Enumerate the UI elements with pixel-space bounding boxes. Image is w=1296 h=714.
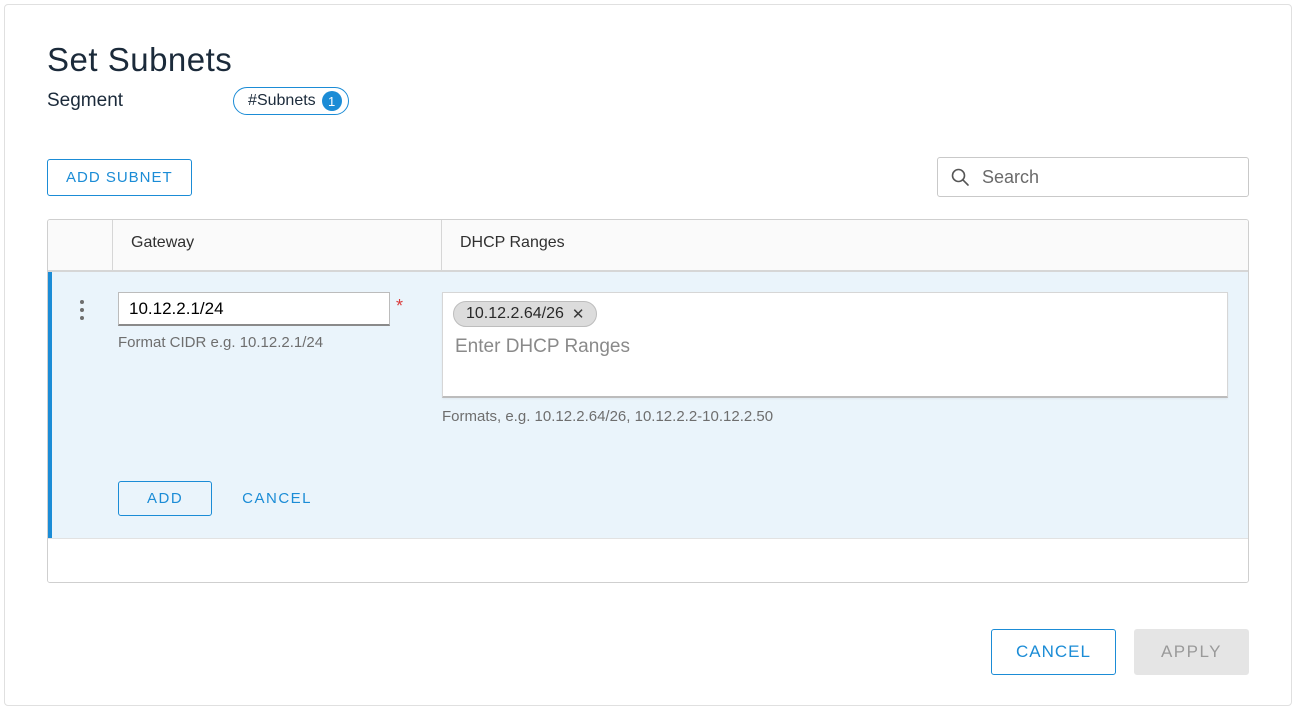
gateway-cell: * Format CIDR e.g. 10.12.2.1/24 ADD CANC… <box>112 292 442 516</box>
row-add-button[interactable]: ADD <box>118 481 212 516</box>
subnets-chip-count: 1 <box>322 91 342 111</box>
dhcp-range-tag-label: 10.12.2.64/26 <box>466 305 564 323</box>
table-header: Gateway DHCP Ranges <box>48 220 1248 272</box>
gateway-input[interactable] <box>118 292 390 326</box>
table-row: * Format CIDR e.g. 10.12.2.1/24 ADD CANC… <box>48 272 1248 538</box>
search-input[interactable] <box>980 166 1236 189</box>
apply-button: APPLY <box>1134 629 1249 675</box>
required-indicator-icon: * <box>396 296 403 317</box>
toolbar: ADD SUBNET <box>47 157 1249 197</box>
dhcp-ranges-box[interactable]: 10.12.2.64/26 ✕ <box>442 292 1228 398</box>
modal-footer: CANCEL APPLY <box>991 629 1249 675</box>
dhcp-hint: Formats, e.g. 10.12.2.64/26, 10.12.2.2-1… <box>442 408 1228 425</box>
column-header-gateway: Gateway <box>112 220 442 270</box>
subnets-chip[interactable]: #Subnets 1 <box>233 87 349 115</box>
row-cancel-button[interactable]: CANCEL <box>238 482 316 515</box>
row-actions-menu-icon[interactable] <box>73 298 91 322</box>
segment-label: Segment <box>47 90 123 112</box>
dhcp-cell: 10.12.2.64/26 ✕ Formats, e.g. 10.12.2.64… <box>442 292 1234 425</box>
gateway-hint: Format CIDR e.g. 10.12.2.1/24 <box>118 334 426 351</box>
cancel-button[interactable]: CANCEL <box>991 629 1116 675</box>
dhcp-range-tag: 10.12.2.64/26 ✕ <box>453 301 597 327</box>
remove-tag-icon[interactable]: ✕ <box>572 307 585 322</box>
subnets-chip-label: #Subnets <box>248 92 316 110</box>
dhcp-ranges-input[interactable] <box>453 335 1217 359</box>
column-header-dhcp: DHCP Ranges <box>442 220 1248 270</box>
page-title: Set Subnets <box>47 41 1249 79</box>
subnets-table: Gateway DHCP Ranges * Format CIDR e.g. 1… <box>47 219 1249 583</box>
set-subnets-modal: Set Subnets Segment #Subnets 1 ADD SUBNE… <box>4 4 1292 706</box>
add-subnet-button[interactable]: ADD SUBNET <box>47 159 192 196</box>
segment-line: Segment #Subnets 1 <box>47 87 1249 115</box>
search-field[interactable] <box>937 157 1249 197</box>
table-empty-row <box>48 538 1248 582</box>
search-icon <box>950 167 970 187</box>
